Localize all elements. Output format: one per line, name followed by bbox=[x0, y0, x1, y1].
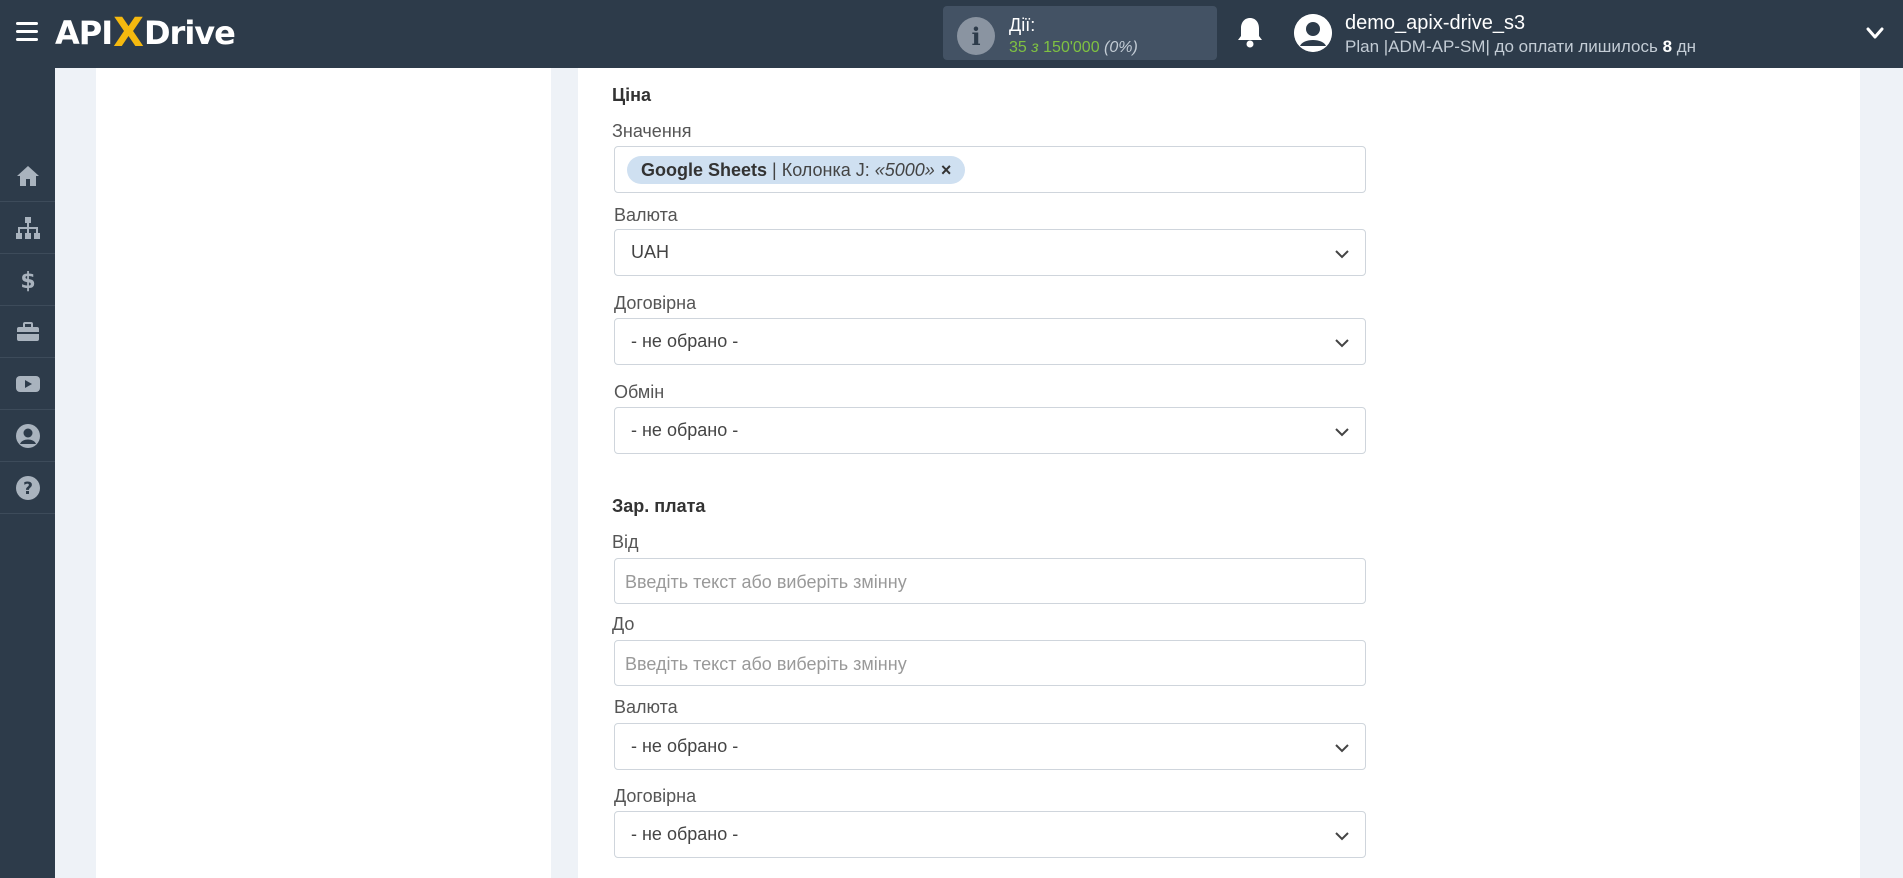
price-exchange-select[interactable]: - не обрано - bbox=[614, 407, 1366, 454]
sidebar: $ ? bbox=[0, 68, 55, 878]
salary-from-placeholder: Введіть текст або виберіть змінну bbox=[625, 572, 907, 592]
sidebar-item-home[interactable] bbox=[0, 150, 55, 202]
dollar-icon: $ bbox=[20, 269, 35, 293]
price-exchange-label: Обмін bbox=[614, 382, 665, 402]
remove-tag-icon[interactable]: × bbox=[941, 160, 952, 181]
variable-tag[interactable]: Google Sheets | Колонка J: «5000» × bbox=[627, 156, 966, 184]
salary-to-placeholder: Введіть текст або виберіть змінну bbox=[625, 654, 907, 674]
tag-sample: «5000» bbox=[874, 159, 935, 180]
svg-text:$: $ bbox=[20, 269, 35, 293]
help-icon: ? bbox=[15, 475, 40, 500]
price-negotiable-value: - не обрано - bbox=[631, 331, 739, 351]
actions-counter[interactable]: i Дії: 35 з 150'000 (0%) bbox=[943, 6, 1217, 60]
actions-total: 150'000 bbox=[1043, 39, 1100, 56]
chevron-down-icon bbox=[1335, 832, 1349, 841]
chevron-down-icon bbox=[1335, 250, 1349, 259]
actions-sep: з bbox=[1031, 39, 1039, 56]
plan-days: 8 bbox=[1662, 37, 1673, 56]
actions-label: Дії: bbox=[1009, 15, 1036, 35]
plan-text: Plan |ADM-AP-SM| до оплати лишилось bbox=[1345, 37, 1658, 56]
salary-from-input[interactable]: Введіть текст або виберіть змінну bbox=[614, 558, 1366, 604]
logo-text-left: API bbox=[55, 14, 113, 52]
tag-column: | Колонка J: bbox=[772, 159, 870, 180]
briefcase-icon bbox=[16, 321, 39, 341]
price-value-field[interactable]: Google Sheets | Колонка J: «5000» × bbox=[614, 146, 1366, 193]
salary-negotiable-value: - не обрано - bbox=[631, 824, 739, 844]
salary-to-input[interactable]: Введіть текст або виберіть змінну bbox=[614, 640, 1366, 686]
avatar[interactable] bbox=[1294, 14, 1332, 52]
salary-to-label: До bbox=[612, 614, 635, 634]
price-currency-label: Валюта bbox=[614, 205, 678, 225]
home-icon bbox=[16, 165, 39, 186]
actions-percent: (0%) bbox=[1104, 39, 1138, 56]
user-icon bbox=[15, 423, 40, 448]
actions-count: 35 з 150'000 (0%) bbox=[1009, 39, 1138, 57]
svg-text:?: ? bbox=[23, 479, 33, 499]
sidebar-item-account[interactable] bbox=[0, 410, 55, 462]
salary-negotiable-label: Договірна bbox=[614, 786, 697, 806]
tag-source: Google Sheets bbox=[641, 159, 768, 180]
logo-text-x: X bbox=[113, 10, 144, 56]
section-title-salary: Зар. плата bbox=[612, 496, 706, 516]
price-exchange-value: - не обрано - bbox=[631, 420, 739, 440]
chevron-down-icon[interactable] bbox=[1864, 22, 1886, 44]
price-negotiable-label: Договірна bbox=[614, 293, 697, 313]
apix-drive-logo[interactable]: API X Drive bbox=[55, 10, 236, 56]
plan-days-unit: дн bbox=[1676, 37, 1697, 56]
right-gutter bbox=[1885, 68, 1903, 878]
salary-negotiable-select[interactable]: - не обрано - bbox=[614, 811, 1366, 858]
actions-used: 35 bbox=[1009, 39, 1027, 56]
sidebar-item-billing[interactable]: $ bbox=[0, 254, 55, 306]
sidebar-item-help[interactable]: ? bbox=[0, 462, 55, 514]
youtube-icon bbox=[15, 375, 40, 392]
bell-icon[interactable] bbox=[1236, 16, 1264, 48]
sidebar-item-services[interactable] bbox=[0, 306, 55, 358]
price-currency-select[interactable]: UAH bbox=[614, 229, 1366, 276]
chevron-down-icon bbox=[1335, 744, 1349, 753]
price-currency-value: UAH bbox=[631, 242, 670, 262]
sidebar-item-connections[interactable] bbox=[0, 202, 55, 254]
salary-currency-select[interactable]: - не обрано - bbox=[614, 723, 1366, 770]
salary-from-label: Від bbox=[612, 532, 639, 552]
left-panel bbox=[96, 68, 551, 878]
sidebar-item-video[interactable] bbox=[0, 358, 55, 410]
info-icon: i bbox=[957, 17, 995, 55]
user-name[interactable]: demo_apix-drive_s3 bbox=[1345, 12, 1525, 35]
menu-icon[interactable] bbox=[16, 22, 38, 42]
salary-currency-value: - не обрано - bbox=[631, 736, 739, 756]
top-bar: API X Drive i Дії: 35 з 150'000 (0%) demo_… bbox=[0, 0, 1903, 68]
section-title-price: Ціна bbox=[612, 85, 652, 105]
chevron-down-icon bbox=[1335, 339, 1349, 348]
user-plan: Plan |ADM-AP-SM| до оплати лишилось 8 дн bbox=[1345, 37, 1696, 57]
logo-text-right: Drive bbox=[143, 14, 236, 52]
sitemap-icon bbox=[15, 216, 40, 239]
price-negotiable-select[interactable]: - не обрано - bbox=[614, 318, 1366, 365]
price-value-label: Значення bbox=[612, 121, 692, 141]
salary-currency-label: Валюта bbox=[614, 697, 678, 717]
chevron-down-icon bbox=[1335, 428, 1349, 437]
